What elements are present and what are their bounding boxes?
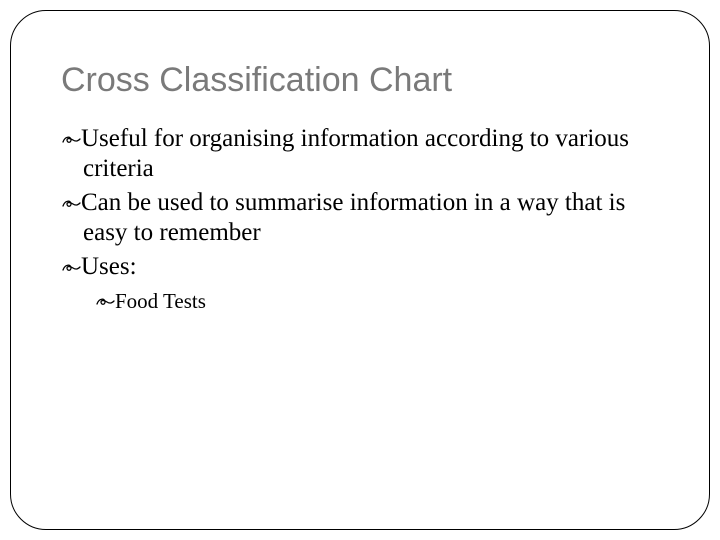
- sub-list-item-text: Food Tests: [115, 289, 206, 313]
- bullet-list: Useful for organising information accord…: [61, 124, 669, 315]
- list-item-text: Useful for organising information accord…: [81, 125, 629, 182]
- list-item: Can be used to summarise information in …: [61, 188, 669, 248]
- list-item: Uses:: [61, 252, 669, 282]
- slide: Cross Classification Chart Useful for or…: [0, 0, 720, 540]
- bullet-icon: [95, 289, 115, 313]
- sub-list-item: Food Tests: [95, 288, 669, 315]
- slide-title: Cross Classification Chart: [61, 61, 669, 100]
- slide-frame: Cross Classification Chart Useful for or…: [10, 10, 710, 530]
- bullet-icon: [61, 189, 81, 216]
- bullet-icon: [61, 253, 81, 280]
- bullet-icon: [61, 125, 81, 152]
- list-item-text: Can be used to summarise information in …: [81, 189, 625, 246]
- list-item: Useful for organising information accord…: [61, 124, 669, 184]
- list-item-text: Uses:: [81, 253, 137, 280]
